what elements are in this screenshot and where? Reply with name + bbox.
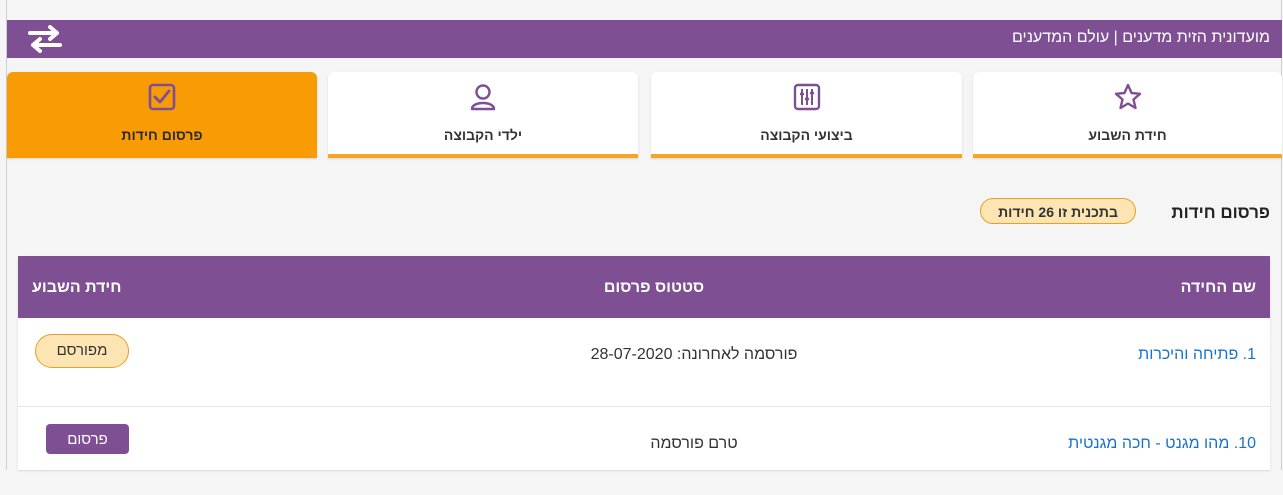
tab-group-performance[interactable]: ביצועי הקבוצה (651, 72, 962, 158)
publish-status: טרם פורסמה (650, 435, 738, 452)
star-icon (1114, 83, 1141, 110)
tab-label: חידת השבוע (1088, 127, 1167, 143)
tab-publish-riddles[interactable]: פרסום חידות (7, 72, 317, 158)
riddle-name-link[interactable]: 10. מהו מגנט - חכה מגנטית (1068, 435, 1256, 453)
tab-label: פרסום חידות (121, 127, 203, 143)
checkbox-icon (148, 83, 176, 111)
user-icon (470, 84, 496, 111)
page-title: מועדונית הזית מדענים | עולם המדענים (1012, 29, 1270, 46)
riddle-name-link[interactable]: 1. פתיחה והיכרות (1138, 346, 1256, 364)
riddle-count-badge: בתכנית זו 26 חידות (980, 198, 1136, 224)
sliders-icon (793, 83, 820, 111)
publish-status: פורסמה לאחרונה: 28-07-2020 (590, 346, 798, 363)
table-row: 1. פתיחה והיכרות פורסמה לאחרונה: 28-07-2… (18, 318, 1270, 407)
section-title: פרסום חידות (1171, 203, 1270, 222)
swap-arrows-icon[interactable] (27, 25, 63, 53)
tab-label: ילדי הקבוצה (443, 127, 523, 143)
column-publish-status: סטטוס פרסום (603, 279, 705, 296)
tab-group-kids[interactable]: ילדי הקבוצה (328, 72, 638, 158)
publish-button[interactable]: פרסום (46, 424, 129, 454)
table-row: 10. מהו מגנט - חכה מגנטית טרם פורסמה (18, 407, 1270, 495)
column-riddle-of-week: חידת השבוע (32, 279, 122, 296)
tab-riddle-of-week[interactable]: חידת השבוע (973, 72, 1282, 158)
column-riddle-name: שם החידה (1180, 279, 1256, 296)
table-header: שם החידה סטטוס פרסום חידת השבוע (18, 256, 1270, 318)
tab-label: ביצועי הקבוצה (760, 127, 853, 143)
published-badge: מפורסם (35, 334, 129, 368)
riddles-table: שם החידה סטטוס פרסום חידת השבוע 1. פתיחה… (18, 256, 1270, 470)
header-bar: מועדונית הזית מדענים | עולם המדענים (7, 20, 1282, 58)
